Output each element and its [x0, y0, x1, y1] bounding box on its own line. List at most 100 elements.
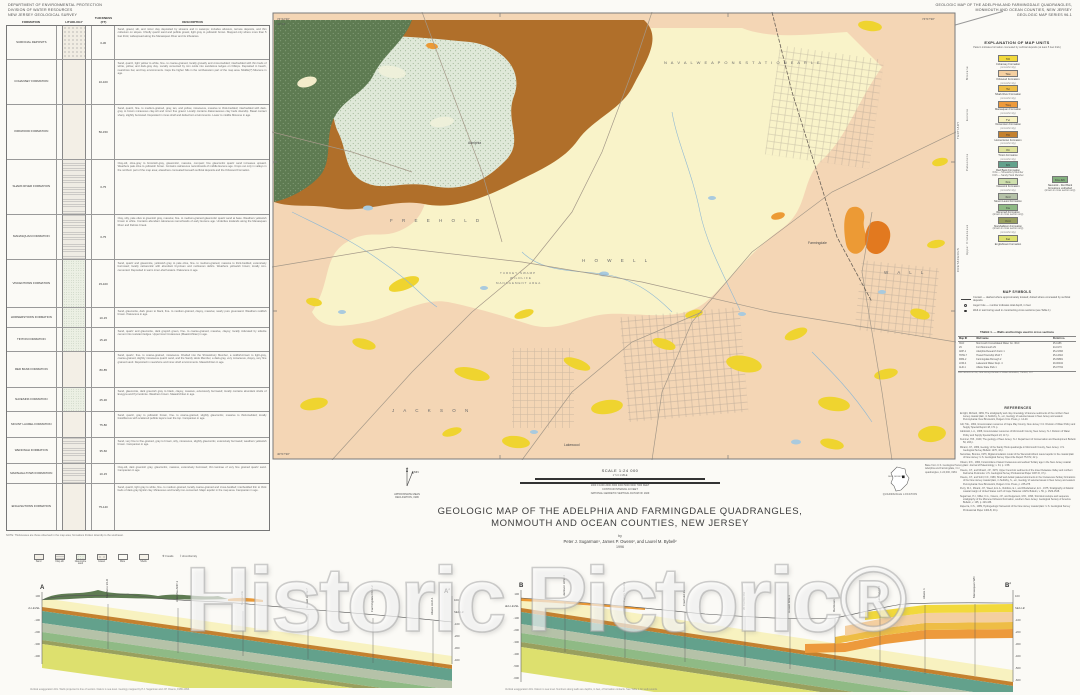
reference-item: Owens, J.P., and Sohl, N.F., 1969, Shelf… [960, 476, 1076, 485]
cross-section-a: Marlboro 36-D Adelphia ADP-1 Bergerville… [28, 552, 464, 688]
unit-swatch: Tmq [998, 101, 1018, 108]
authors: Peter J. Sugarman¹, James P. Owens², and… [320, 539, 920, 544]
map-symbols-title: MAP SYMBOLS [958, 290, 1076, 294]
elev-label: SEA LEVEL [505, 604, 519, 608]
elev-label: -500 [1015, 666, 1021, 670]
elev-label: 100 [454, 598, 459, 602]
reference-item: Zapecza, O.S., 1989, Hydrogeologic frame… [960, 505, 1076, 511]
byline: by [320, 534, 920, 538]
declination-svg: ★ MN [386, 466, 428, 488]
formation-description: Sand, very fine to fine-grained, gray to… [115, 438, 269, 463]
strat-table-header: FORMATION LITHOLOGY THICKNESS (FT) DESCR… [6, 16, 270, 25]
formation-description: Sand, glauconite, dark greenish gray to … [115, 388, 269, 411]
formation-description: Clay, silty, pale olive to greenish gray… [115, 215, 269, 259]
section-label-a-prime: A′ [444, 589, 450, 595]
cross-section-a-footnote: Vertical exaggeration 40x. Wells project… [30, 688, 462, 691]
formation-description: Clay-silt, olive-gray to brownish-gray, … [115, 160, 269, 214]
section-label-a: A [40, 585, 45, 591]
elev-label: -400 [1015, 654, 1021, 658]
unit-mount-laurel: KmlMount Laurel Formation [974, 193, 1042, 204]
reference-item: Kummel, H.B., 1940, The geology of New J… [960, 438, 1076, 444]
thickness-value: 80-85 [92, 352, 115, 387]
well-table-grid: Map IDWell namePermit no. 36-DMonmouth C… [958, 336, 1076, 370]
lithology-pattern [57, 160, 93, 214]
label-turkey-swamp-2: WILDLIFE [510, 276, 532, 280]
elev-label: 100 [1015, 594, 1020, 598]
unit-navesink-redbank-undivided: Kns-Krb Navesink - Red Bank formations u… [1042, 176, 1078, 193]
formation-description: Sand, quartz and glauconite, dark grayis… [115, 328, 269, 351]
unconformity-note: (unconformity) [974, 82, 1042, 85]
formation-description: Sand, quartz and glauconite, yellowish g… [115, 260, 269, 307]
elev-label: -200 [1015, 630, 1021, 634]
col-thickness: THICKNESS (FT) [92, 16, 115, 24]
cross-section-b-svg: Jackson LKW-4 Turkey Swamp Freehold 29 W… [505, 546, 1025, 692]
map-symbols-section: MAP SYMBOLS Contact — dashed where appro… [958, 290, 1076, 314]
well-label: Marlboro 36-D [105, 578, 109, 598]
corner-nw-lon: 74°22'30" [277, 17, 290, 21]
lithology-pattern [57, 464, 93, 483]
formation-name: HORNERSTOWN FORMATION [7, 308, 57, 327]
map-sheet: DEPARTMENT OF ENVIRONMENTAL PROTECTION D… [0, 0, 1080, 695]
label-farmingdale: Farmingdale [808, 241, 827, 245]
elev-label: -100 [513, 616, 519, 620]
corner-ne-lon: 74°07'30" [922, 17, 935, 21]
lithology-pattern [57, 215, 93, 259]
epoch-miocene: Miocene [965, 58, 969, 88]
mn-label: MN [414, 470, 419, 474]
scale-feet-caption: 1000 0 1000 2000 3000 4000 5000 6000 700… [470, 484, 770, 487]
scale-miles-caption: 1 ½ 0 1 MILE [470, 474, 770, 477]
lithology-pattern [57, 412, 93, 437]
unit-kirkwood: TkwKirkwood Formation(unconformity) [974, 70, 1042, 84]
symbol-well: Well or test boring used in constructing… [958, 309, 1076, 312]
formation-name: NAVESINK FORMATION [7, 388, 57, 411]
thickness-value: 75-140 [92, 484, 115, 530]
formation-name: MOUNT LAUREL FORMATION [7, 412, 57, 437]
references-section: REFERENCES Enright, Richard, 1969, The s… [960, 406, 1076, 513]
well-label: Jackson LKW-4 [562, 575, 566, 596]
reference-item: Owens, J.P., and Minard, J.P., 1979, Upp… [960, 469, 1076, 475]
unit-red-bank: KrbRed Bank FormationKrbs — Shrewsbury M… [974, 161, 1042, 177]
scale-text: SCALE 1:24 000 [470, 468, 770, 473]
map-title-line1: GEOLOGIC MAP OF THE ADELPHIA AND FARMING… [320, 506, 920, 518]
contour-interval: CONTOUR INTERVAL 10 FEET [470, 488, 770, 491]
formation-name: MARSHALLTOWN FORMATION [7, 464, 57, 483]
thickness-value: 75-80 [92, 412, 115, 437]
elev-label: -500 [513, 664, 519, 668]
thickness-value: 15-100 [92, 260, 115, 307]
formation-name: MANASQUAN FORMATION [7, 215, 57, 259]
state-label: NEW JERSEY [888, 476, 903, 478]
lithology-pattern [57, 308, 93, 327]
unit-swatch: Kns [998, 178, 1018, 185]
formation-name: VINCENTOWN FORMATION [7, 260, 57, 307]
unit-swatch: Kti [998, 146, 1018, 153]
unconformity-note: (unconformity) [974, 112, 1042, 115]
quad-location-marker [902, 476, 905, 479]
well-label: Howell HOW-7 [305, 588, 309, 608]
reference-item: Enright, Richard, 1969, The stratigraphy… [960, 412, 1076, 421]
unit-swatch: Kml [998, 193, 1018, 200]
elev-label: -300 [513, 640, 519, 644]
label-earle: N A V A L W E A P O N S S T A T I O N E … [664, 60, 821, 65]
formation-description: Sand, glauconite, dark green to black, f… [115, 308, 269, 327]
lithology-pattern [57, 60, 93, 104]
thickness-value: 15-20 [92, 328, 115, 351]
unit-swatch: Tvt [998, 116, 1018, 123]
contact-line-icon [958, 296, 973, 303]
lithology-pattern [57, 260, 93, 307]
formation-description: Sand, quartz, fine- to coarse-grained, m… [115, 352, 269, 387]
thickness-value: 25-30 [92, 388, 115, 411]
geologic-map-svg: 74°22'30" 40°15' 74°07'30" 40°07'30" N A… [272, 12, 956, 460]
strat-row: HORNERSTOWN FORMATION10-15Sand, glauconi… [7, 308, 269, 328]
unit-shark-river: TsrShark River Formation(unconformity) [974, 85, 1042, 99]
label-adelphia: Adelphia [468, 141, 481, 145]
elev-label: -300 [454, 646, 460, 650]
strat-row: ENGLISHTOWN FORMATION75-140Sand, quartz,… [7, 484, 269, 530]
lithology-pattern [57, 105, 93, 159]
xs-a-orange-sliver [228, 598, 263, 602]
unconformity-note: (unconformity) [974, 97, 1042, 100]
formation-description: Sand, gravel, silt, and minor clay depos… [115, 26, 269, 59]
unit-cohansey: TchCohansey Formation(unconformity) [974, 55, 1042, 69]
geologic-map-canvas: 74°22'30" 40°15' 74°07'30" 40°07'30" N A… [272, 12, 956, 460]
elev-label: -400 [34, 654, 40, 658]
elev-label: SEA LEVEL [28, 606, 40, 610]
